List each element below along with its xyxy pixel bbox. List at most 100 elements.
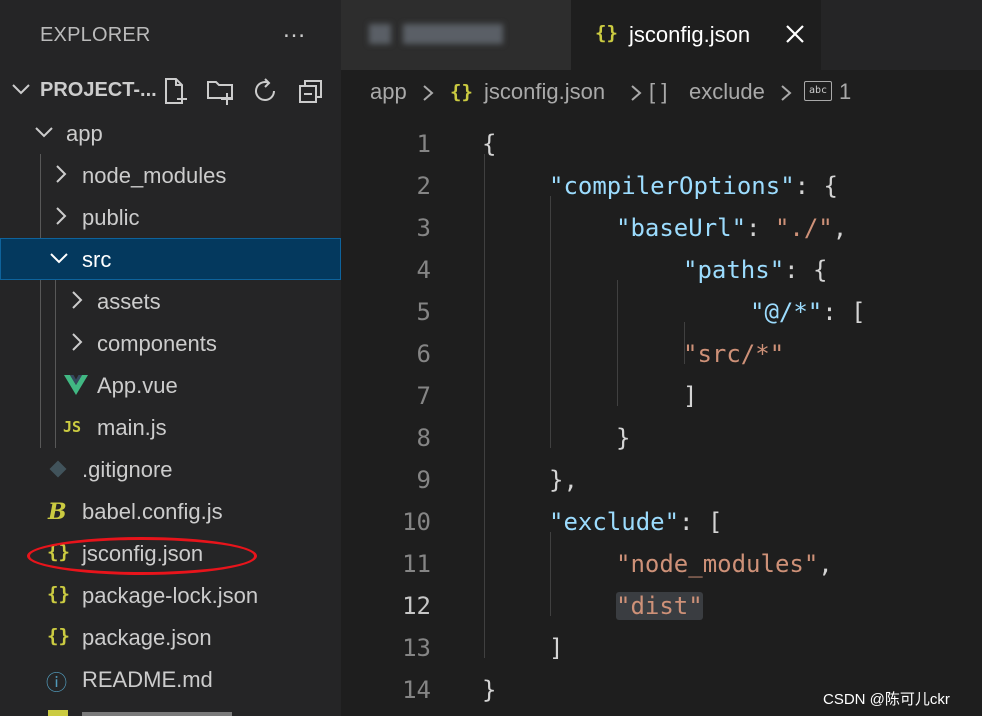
breadcrumb-jsconfig-json[interactable]: jsconfig.json [484, 79, 605, 105]
line-number: 3 [416, 214, 431, 242]
chevron-right-icon [781, 85, 792, 101]
code-editor[interactable]: 1 2 3 4 5 6 7 8 9 10 11 12 13 14 {"compilerOptions": … [341, 112, 982, 716]
indent-guide [484, 154, 485, 658]
tree-item-label: package.json [82, 625, 212, 650]
indent-guide [550, 532, 551, 616]
more-actions-icon[interactable]: … [282, 16, 307, 44]
tree-item-label: .gitignore [82, 457, 173, 482]
line-number: 6 [416, 340, 431, 368]
code-line[interactable]: ] [683, 382, 697, 410]
babel-icon: B [48, 499, 67, 525]
tree-item-label: node_modules [82, 163, 227, 188]
tree-folder-node-modules[interactable]: node_modules [0, 154, 341, 196]
code-token: "baseUrl" [616, 214, 747, 242]
indent-guide [550, 196, 551, 448]
json-icon: {} [47, 625, 70, 647]
chevron-down-icon [12, 84, 30, 95]
chevron-right-icon [56, 165, 67, 183]
code-token: "compilerOptions" [549, 172, 795, 200]
tree-folder-assets[interactable]: assets [0, 280, 341, 322]
tree-folder-src[interactable]: src [0, 238, 341, 280]
line-number: 13 [402, 634, 431, 662]
tree-file-app-vue[interactable]: App.vue [0, 364, 341, 406]
tree-item-label: babel.config.js [82, 499, 223, 524]
code-token: : [746, 214, 775, 242]
line-number: 2 [416, 172, 431, 200]
blurred-tab-label [403, 24, 503, 44]
code-token: "exclude" [549, 508, 680, 536]
code-token: "paths" [683, 256, 785, 284]
tree-item-label: package-lock.json [82, 583, 259, 608]
code-line[interactable]: }, [549, 466, 578, 494]
line-number: 11 [402, 550, 431, 578]
close-icon[interactable] [781, 18, 809, 50]
tree-folder-public[interactable]: public [0, 196, 341, 238]
new-file-icon[interactable] [160, 76, 190, 106]
code-line[interactable]: "dist" [616, 592, 703, 620]
code-line[interactable]: { [482, 130, 496, 158]
code-line[interactable]: "exclude": [ [549, 508, 722, 536]
code-token: }, [549, 466, 578, 494]
breadcrumb-app[interactable]: app [370, 79, 407, 105]
line-number: 12 [402, 592, 431, 620]
code-token: { [482, 130, 497, 158]
code-token: ] [549, 634, 564, 662]
code-line[interactable]: } [482, 676, 496, 704]
code-line[interactable]: "src/*" [683, 340, 784, 368]
chevron-right-icon [423, 85, 434, 101]
tree-item-label: app [66, 121, 103, 146]
code-line[interactable]: "compilerOptions": { [549, 172, 838, 200]
tree-folder-components[interactable]: components [0, 322, 341, 364]
tab-label: jsconfig.json [629, 22, 751, 47]
breadcrumb-index[interactable]: 1 [839, 79, 851, 105]
tree-file-main-js[interactable]: JS main.js [0, 406, 341, 448]
tab-jsconfig-json[interactable]: {} jsconfig.json [571, 0, 821, 70]
new-folder-icon[interactable] [205, 76, 235, 106]
tree-file-gitignore[interactable]: .gitignore [0, 448, 341, 490]
collapse-all-icon[interactable] [295, 76, 325, 106]
code-token: } [616, 424, 631, 452]
code-token: , [818, 550, 833, 578]
file-icon-partial [48, 710, 68, 716]
tree-file-package-json[interactable]: {} package.json [0, 616, 341, 658]
line-number: 1 [416, 130, 431, 158]
tree-file-package-lock-json[interactable]: {} package-lock.json [0, 574, 341, 616]
tree-folder-app[interactable]: app [0, 112, 341, 154]
code-token: "@/*" [750, 298, 823, 326]
json-icon: {} [47, 583, 70, 605]
tree-file-partial[interactable] [0, 700, 341, 716]
breadcrumb-exclude[interactable]: exclude [689, 79, 765, 105]
tree-file-babel-config[interactable]: B babel.config.js [0, 490, 341, 532]
json-icon: {} [595, 22, 618, 44]
line-number: 4 [416, 256, 431, 284]
code-line[interactable]: "baseUrl": "./", [616, 214, 847, 242]
code-line[interactable]: "@/*": [ [750, 298, 866, 326]
code-token: : [ [679, 508, 723, 536]
js-icon: JS [63, 418, 82, 436]
watermark: CSDN @陈可儿ckr [823, 691, 950, 708]
tree-item-label-partial [82, 712, 232, 716]
tree-item-label: components [97, 331, 217, 356]
tab-inactive-blurred[interactable] [341, 0, 571, 70]
line-number: 9 [416, 466, 431, 494]
chevron-right-icon [72, 333, 83, 351]
code-token: , [832, 214, 848, 242]
code-line[interactable]: "paths": { [683, 256, 828, 284]
line-number: 5 [416, 298, 431, 326]
tree-item-label: assets [97, 289, 161, 314]
code-token: "node_modules" [616, 550, 819, 578]
tree-file-jsconfig-json[interactable]: {} jsconfig.json [0, 532, 341, 574]
code-line[interactable]: ] [549, 634, 563, 662]
tree-file-readme-md[interactable]: ⓘ README.md [0, 658, 341, 700]
project-folder-header[interactable]: PROJECT-... [0, 70, 341, 112]
json-icon: {} [450, 81, 473, 103]
git-icon [49, 460, 67, 478]
tree-item-label: src [82, 247, 112, 272]
refresh-icon[interactable] [250, 76, 280, 106]
code-token: "src/*" [683, 340, 785, 368]
tree-item-label: jsconfig.json [82, 541, 204, 566]
code-token: : { [784, 256, 828, 284]
code-line[interactable]: "node_modules", [616, 550, 833, 578]
code-line[interactable]: } [616, 424, 630, 452]
line-number: 7 [416, 382, 431, 410]
